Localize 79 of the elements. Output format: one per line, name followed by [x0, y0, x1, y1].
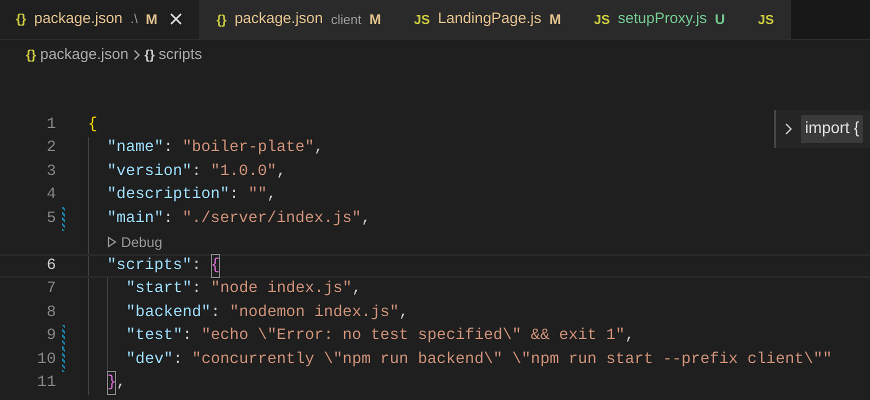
line-number: 11: [36, 372, 56, 394]
line-number: 4: [46, 184, 56, 206]
file-type-icon: {}: [216, 10, 227, 30]
tab-description: client: [330, 10, 362, 29]
json-key: "version": [107, 160, 192, 184]
json-string: "echo \"Error: no test specified\" && exit 1": [201, 325, 625, 346]
tab-label: package.json: [34, 8, 123, 29]
json-key: "start": [126, 277, 192, 302]
close-icon[interactable]: [169, 12, 184, 26]
punctuation: ,: [352, 278, 362, 300]
line-number: 5: [46, 208, 56, 229]
json-string: "boiler-plate": [182, 137, 314, 158]
punctuation: :: [229, 184, 240, 206]
file-type-icon: JS: [414, 10, 430, 30]
punctuation: :: [192, 160, 202, 182]
json-key: "main": [107, 206, 164, 231]
json-string: "./server/index.js": [182, 208, 362, 229]
git-status: M: [369, 10, 381, 29]
json-string: "nodemon index.js": [230, 302, 400, 323]
debug-codelens[interactable]: Debug: [107, 232, 162, 253]
punctuation: :: [192, 278, 202, 300]
json-key: "description": [107, 183, 230, 208]
punctuation: :: [182, 325, 193, 346]
line-number: 2: [46, 137, 56, 158]
play-icon: [107, 236, 117, 248]
git-status: M: [549, 10, 561, 29]
line-number: 3: [46, 160, 56, 182]
punctuation: :: [173, 348, 184, 370]
codelens-label: Debug: [121, 232, 162, 252]
git-status: M: [146, 10, 158, 28]
line-number: 8: [46, 302, 56, 323]
peek-text: import {: [801, 115, 864, 143]
line-number: 1: [46, 114, 56, 135]
line-number: 7: [46, 278, 56, 300]
chevron-right-icon: [132, 49, 141, 61]
json-key: "backend": [126, 300, 211, 325]
tab-label: setupProxy.js: [618, 9, 707, 30]
punctuation: ,: [624, 325, 634, 346]
chevron-right-icon[interactable]: [784, 122, 793, 136]
json-key: "name": [107, 136, 164, 160]
bracket: }: [107, 371, 116, 396]
punctuation: :: [192, 254, 202, 276]
punctuation: :: [210, 302, 222, 323]
bracket: {: [210, 254, 220, 278]
punctuation: ,: [314, 137, 324, 158]
punctuation: ,: [276, 160, 286, 182]
json-string: "concurrently \"npm run backend\" \"npm run start --prefix client\"": [192, 348, 832, 370]
tab-label: LandingPage.js: [438, 9, 542, 30]
json-string: "node index.js": [210, 278, 352, 300]
punctuation: ,: [399, 302, 408, 323]
punctuation: ,: [116, 372, 126, 394]
line-number: 6: [46, 254, 56, 276]
editor-tab[interactable]: JS setupProxy.js U: [578, 0, 742, 39]
punctuation: ,: [267, 184, 276, 206]
json-string: "1.0.0": [210, 160, 276, 182]
git-status: U: [714, 10, 725, 29]
file-type-icon: JS: [594, 10, 610, 30]
tab-description: .\: [130, 10, 138, 28]
editor-tab[interactable]: JS LandingPage.js M: [398, 0, 578, 39]
punctuation: :: [163, 137, 174, 158]
json-key: "dev": [126, 348, 174, 372]
editor-tab[interactable]: JS: [742, 0, 791, 39]
file-type-icon: JS: [758, 10, 774, 30]
punctuation: :: [163, 208, 174, 229]
file-type-icon: {}: [16, 9, 26, 29]
line-number: 9: [46, 325, 56, 346]
editor-tab[interactable]: {} package.json .\ M: [0, 0, 200, 39]
json-key: "scripts": [107, 254, 192, 278]
editor-tab[interactable]: {} package.json client M: [200, 0, 398, 39]
json-key: "test": [126, 324, 182, 348]
bracket: {: [88, 114, 98, 135]
line-number: 10: [36, 348, 56, 370]
breadcrumb-icon: {}: [144, 45, 155, 65]
breadcrumb-item[interactable]: scripts: [158, 44, 202, 66]
punctuation: ,: [361, 208, 371, 229]
breadcrumb-item[interactable]: package.json: [40, 44, 129, 66]
tab-label: package.json: [234, 9, 323, 30]
breadcrumb-icon: {}: [26, 45, 36, 65]
json-string: "": [248, 184, 268, 206]
